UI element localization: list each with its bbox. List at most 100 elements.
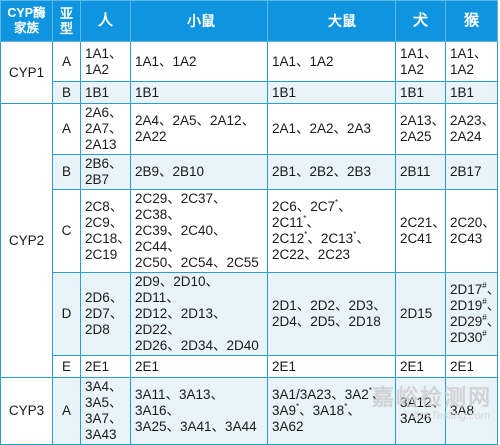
isoform-text: 2A13 — [85, 137, 117, 152]
monkey-cell: 3A8 — [445, 377, 498, 445]
human-cell: 1A1、 1A2 — [80, 41, 131, 82]
isoform-text: 2B17 — [450, 164, 482, 179]
isoform-text: 2D30# — [450, 329, 487, 346]
dog-cell: 1A1、 1A2 — [395, 41, 446, 82]
isoform-text: 2D1、2D2、2D3、 — [272, 298, 387, 313]
isoform-text: 2C39、2C40、2C44、 — [135, 223, 227, 254]
isoform-text: 2A24 — [450, 129, 482, 144]
table-header: CYP酶家族 亚型 人 小鼠 大鼠 犬 猴 — [0, 0, 498, 42]
isoform-text: 3A1/3A23、3A2*、 — [272, 386, 386, 403]
rat-cell: 1B1 — [267, 81, 396, 104]
isoform-text: 2C19 — [85, 247, 118, 262]
table-row: C 2C8、 2C9、 2C18、 2C19 2C29、2C37、2C38、 2C39、2C… — [1, 189, 498, 273]
isoform-text: 2A25 — [400, 129, 432, 144]
dog-cell: 2A13、 2A25 — [395, 103, 446, 155]
isoform-text: 3A9*、3A18*、 — [272, 402, 361, 419]
isoform-text: 2D15 — [400, 306, 433, 321]
mouse-cell: 1B1 — [130, 81, 268, 104]
monkey-cell: 2B17 — [445, 154, 498, 190]
isoform-text: 2C20、 — [450, 215, 496, 230]
mouse-cell: 2A4、2A5、2A12、 2A22 — [130, 103, 268, 155]
isoform-text: 2A22 — [135, 129, 167, 144]
isoform-text: 2E1 — [450, 358, 475, 374]
isoform-text: 2A6、 — [85, 105, 123, 120]
isoform-text: 1A1、1A2 — [135, 53, 197, 69]
isoform-text: 2C22、2C23 — [272, 247, 351, 262]
isoform-text: 1A1、 — [85, 45, 123, 61]
isoform-text: 3A25、3A41、3A44 — [135, 419, 257, 434]
human-cell: 2B6、 2B7 — [80, 154, 131, 190]
isoform-text: 1A1、 — [450, 45, 488, 61]
subfamily-cell: C — [52, 189, 81, 273]
header-cyp-family: CYP酶家族 — [0, 0, 53, 42]
header-dog: 犬 — [395, 0, 446, 42]
isoform-text: 2A7、 — [85, 121, 123, 136]
isoform-text: 2B9、2B10 — [135, 164, 205, 179]
isoform-text: 2D8 — [85, 322, 110, 337]
isoform-text: 3A62 — [272, 419, 304, 434]
isoform-text: 1A2 — [450, 61, 475, 77]
isoform-text: 2B1、2B2、2B3 — [272, 164, 372, 179]
table-row: B 1B1 1B1 1B1 1B1 1B1 — [1, 81, 498, 104]
subfamily-cell: B — [52, 154, 81, 190]
isoform-text: 2D19#、 — [450, 297, 500, 314]
rat-cell: 2E1 — [267, 355, 396, 378]
header-row: CYP酶家族 亚型 人 小鼠 大鼠 犬 猴 — [0, 0, 498, 42]
isoform-text: 3A11、3A13、3A16、 — [135, 387, 225, 418]
isoform-text: 2E1 — [135, 358, 160, 374]
rat-cell: 3A1/3A23、3A2*、 3A9*、3A18*、 3A62 — [267, 377, 396, 445]
subfamily-cell: A — [52, 41, 81, 82]
mouse-cell: 1A1、1A2 — [130, 41, 268, 82]
isoform-text: 2A1、2A2、2A3 — [272, 121, 372, 136]
isoform-text: 1B1 — [400, 84, 425, 100]
isoform-text: 1B1 — [85, 84, 110, 100]
isoform-text: 2E1 — [85, 358, 110, 374]
header-monkey: 猴 — [445, 0, 498, 42]
isoform-text: 2D9、2D10、2D11、 — [135, 274, 220, 305]
human-cell: 3A4、 3A5、 3A7、 3A43 — [80, 377, 131, 445]
header-mouse: 小鼠 — [130, 0, 268, 42]
monkey-cell: 1A1、 1A2 — [445, 41, 498, 82]
isoform-text: 2A13、 — [400, 113, 446, 128]
dog-cell: 2D15 — [395, 272, 446, 356]
table-row: D 2D6、 2D7、 2D8 2D9、2D10、2D11、 2D12、2D13、2D22… — [1, 272, 500, 356]
isoform-text: 1A1、 — [400, 45, 438, 61]
rat-cell: 2A1、2A2、2A3 — [267, 103, 396, 155]
isoform-text: 2C29、2C37、2C38、 — [135, 191, 227, 222]
isoform-text: 1A2 — [400, 61, 425, 77]
human-cell: 2D6、 2D7、 2D8 — [80, 272, 131, 356]
isoform-text: 2C8、 — [85, 199, 124, 214]
family-cell: CYP3 — [0, 377, 53, 445]
subfamily-cell: B — [52, 81, 81, 104]
isoform-text: 3A43 — [85, 427, 117, 442]
cyp-species-table: CYP酶家族 亚型 人 小鼠 大鼠 犬 猴 CYP1 A 1A1、 1A2 1A1、1A… — [0, 0, 500, 445]
subfamily-cell: D — [52, 272, 81, 356]
monkey-cell: 2E1 — [445, 355, 498, 378]
isoform-text: 2E1 — [272, 358, 297, 374]
isoform-text: 1B1 — [135, 84, 160, 100]
rat-cell: 2C6、2C7*、2C11*、 2C12*、2C13*、 2C22、2C23 — [267, 189, 396, 273]
table-row: B 2B6、 2B7 2B9、2B10 2B1、2B2、2B3 2B11 2B17 — [1, 154, 498, 190]
human-cell: 1B1 — [80, 81, 131, 104]
isoform-text: 2D12、2D13、2D22、 — [135, 306, 227, 337]
isoform-text: 2D26、2D34、2D40 — [135, 338, 259, 353]
isoform-text: 2B7 — [85, 172, 110, 187]
isoform-text: 1A1、1A2 — [272, 53, 334, 69]
subfamily-cell: A — [52, 377, 81, 445]
mouse-cell: 3A11、3A13、3A16、 3A25、3A41、3A44 — [130, 377, 268, 445]
isoform-text: 3A8 — [450, 403, 475, 418]
isoform-text: 2D17#、 — [450, 281, 500, 298]
monkey-cell: 2C20、 2C43 — [445, 189, 498, 273]
isoform-text: 3A4、 — [85, 379, 123, 394]
isoform-text: 1B1 — [450, 84, 475, 100]
header-human: 人 — [80, 0, 131, 42]
isoform-text: 2C18、 — [85, 231, 131, 246]
subfamily-cell: E — [52, 355, 81, 378]
isoform-text: 2C9、 — [85, 215, 124, 230]
header-subfamily: 亚型 — [52, 0, 81, 42]
isoform-text: 2D4、2D5、2D18 — [272, 314, 381, 329]
table-row: CYP2 A 2A6、 2A7、 2A13 2A4、2A5、2A12、 2A22 2A1、2A… — [0, 103, 498, 378]
human-cell: 2C8、 2C9、 2C18、 2C19 — [80, 189, 131, 273]
isoform-text: 2A4、2A5、2A12、 — [135, 113, 256, 128]
isoform-text: 2D29#、 — [450, 313, 500, 330]
